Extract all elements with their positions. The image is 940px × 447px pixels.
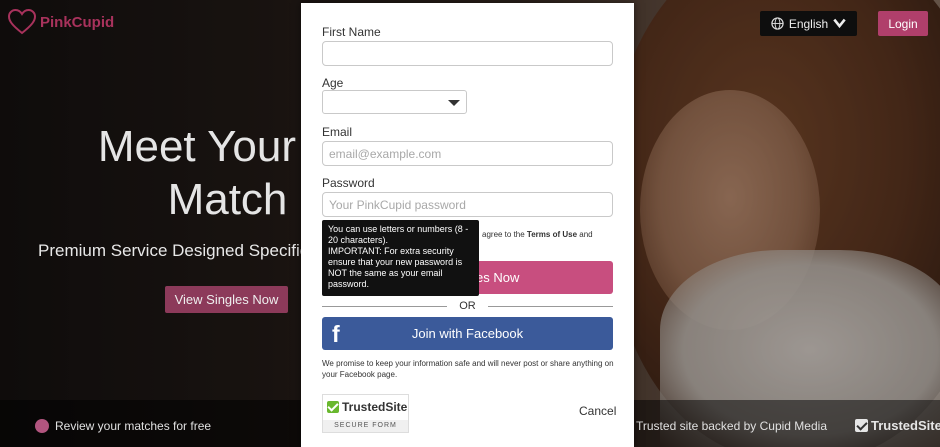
secure-form-label: SECURE FORM <box>323 420 408 432</box>
trustedsite-secure-form-badge[interactable]: TrustedSite SECURE FORM <box>322 394 409 433</box>
terms-text: agree to the Terms of Use and <box>482 230 593 239</box>
terms-prefix: agree to the <box>482 230 527 239</box>
language-label: English <box>788 16 829 31</box>
brand-name: PinkCupid <box>40 13 115 31</box>
cancel-link[interactable]: Cancel <box>579 404 616 418</box>
terms-of-use-link[interactable]: Terms of Use <box>527 230 577 239</box>
tooltip-line2: IMPORTANT: For extra security ensure tha… <box>328 246 463 289</box>
checkmark-icon <box>855 419 868 432</box>
join-facebook-button[interactable]: f Join with Facebook <box>322 317 613 350</box>
first-name-field[interactable] <box>322 41 613 66</box>
brand-logo[interactable]: PinkCupid <box>8 9 114 35</box>
terms-suffix: and <box>577 230 593 239</box>
first-name-label: First Name <box>322 25 381 39</box>
footer-item-review: Review your matches for free <box>35 419 211 433</box>
facebook-button-label: Join with Facebook <box>411 326 524 341</box>
age-select[interactable] <box>322 90 467 114</box>
hero-subtitle: Premium Service Designed Specifica <box>38 241 318 260</box>
language-selector[interactable]: English <box>760 11 857 36</box>
heart-icon <box>8 9 36 35</box>
password-field[interactable] <box>322 192 613 217</box>
hero-view-singles-button[interactable]: View Singles Now <box>165 286 288 313</box>
trustedsite-badge-top: TrustedSite <box>327 400 407 414</box>
facebook-promise-text: We promise to keep your information safe… <box>322 359 614 379</box>
trustedsite-footer-badge[interactable]: TrustedSite <box>855 418 940 433</box>
or-divider: OR <box>322 300 613 312</box>
password-hint-tooltip: You can use letters or numbers (8 - 20 c… <box>322 220 479 296</box>
divider-line <box>487 305 613 307</box>
pink-dot-icon <box>35 419 49 433</box>
facebook-icon: f <box>332 321 340 347</box>
trustedsite-label: TrustedSite <box>871 418 940 433</box>
login-button[interactable]: Login <box>878 11 928 36</box>
chevron-down-icon <box>833 18 846 29</box>
or-label: OR <box>459 300 476 312</box>
password-label: Password <box>322 176 375 190</box>
divider-line <box>322 305 448 307</box>
age-label: Age <box>322 76 344 90</box>
globe-icon <box>771 17 784 30</box>
footer-item-label: Trusted site backed by Cupid Media <box>636 419 827 433</box>
dropdown-caret-icon <box>448 100 460 106</box>
footer-item-label: Review your matches for free <box>55 419 212 433</box>
footer-item-trusted: Trusted site backed by Cupid Media <box>636 419 827 433</box>
email-label: Email <box>322 125 353 139</box>
trustedsite-badge-label: TrustedSite <box>342 400 408 414</box>
green-checkmark-icon <box>327 401 339 413</box>
email-field[interactable] <box>322 141 613 166</box>
tooltip-line1: You can use letters or numbers (8 - 20 c… <box>328 224 469 245</box>
